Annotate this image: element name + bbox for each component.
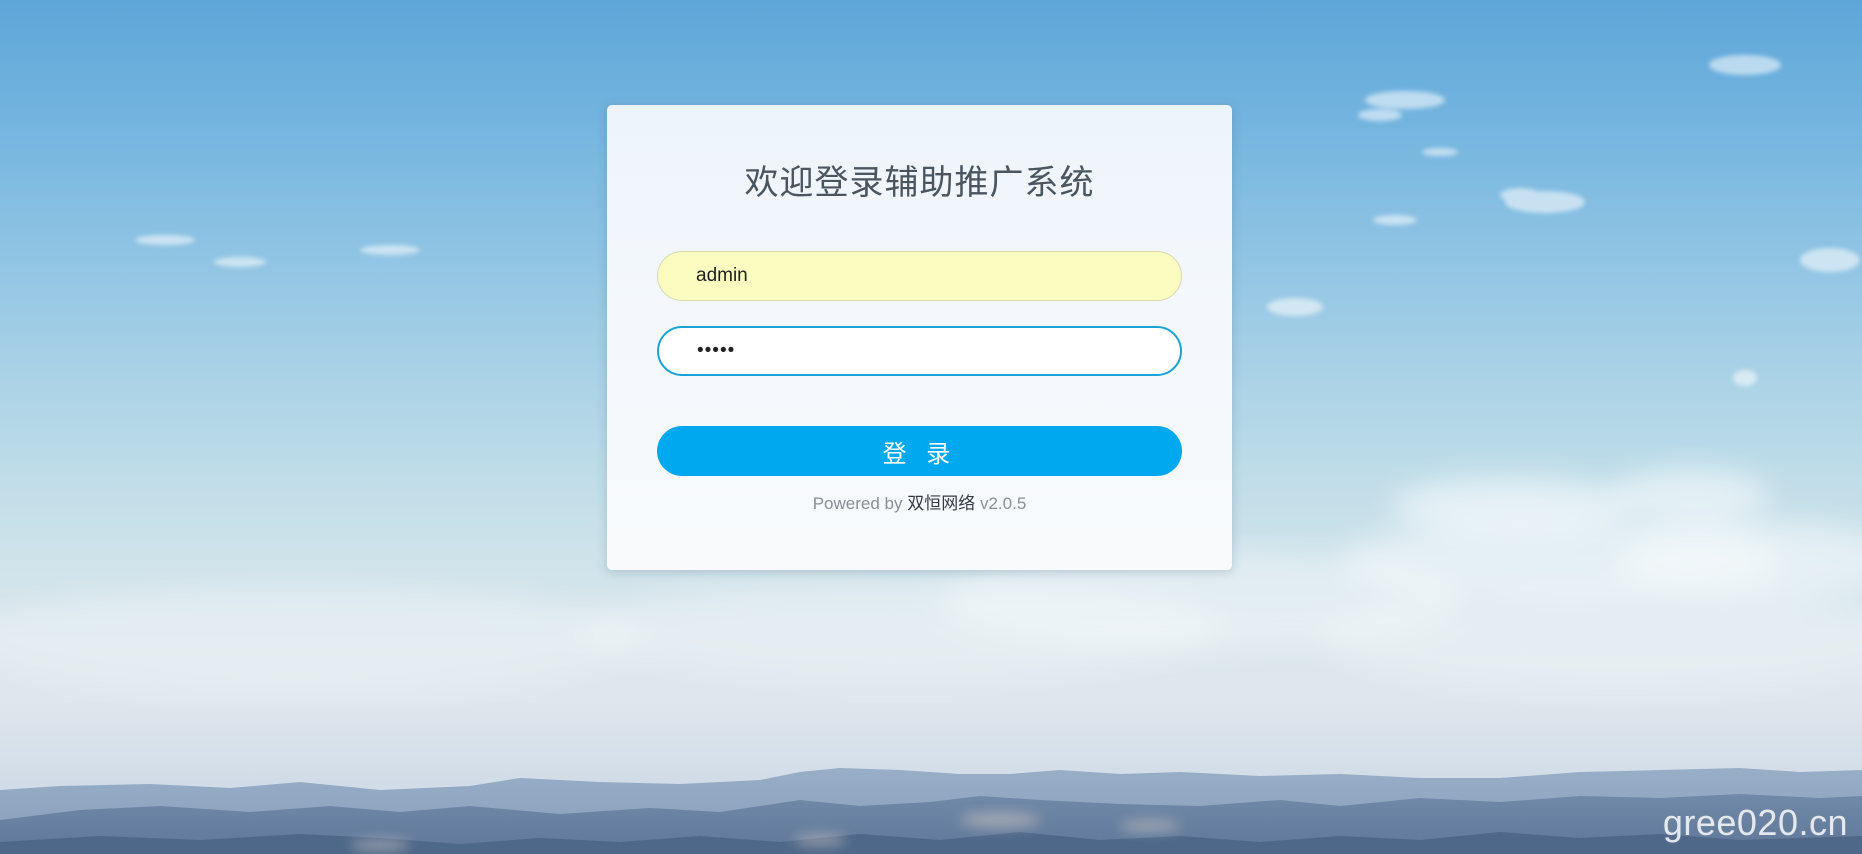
page-title: 欢迎登录辅助推广系统 [744, 163, 1095, 203]
powered-by-line: Powered by 双恒网络 v2.0.5 [607, 489, 1232, 514]
powered-by-label: Powered by [812, 494, 903, 513]
company-name: 双恒网络 [907, 494, 976, 514]
login-button[interactable]: 登 录 [657, 426, 1182, 476]
version-label: v2.0.5 [979, 494, 1027, 513]
watermark-text: gree020.cn [1662, 802, 1848, 843]
password-input[interactable] [657, 326, 1182, 376]
username-input[interactable] [657, 251, 1182, 301]
login-card: 欢迎登录辅助推广系统 登 录 Powered by 双恒网络 v2.0.5 [607, 105, 1232, 570]
login-page: 欢迎登录辅助推广系统 登 录 Powered by 双恒网络 v2.0.5 gr… [0, 0, 1862, 854]
